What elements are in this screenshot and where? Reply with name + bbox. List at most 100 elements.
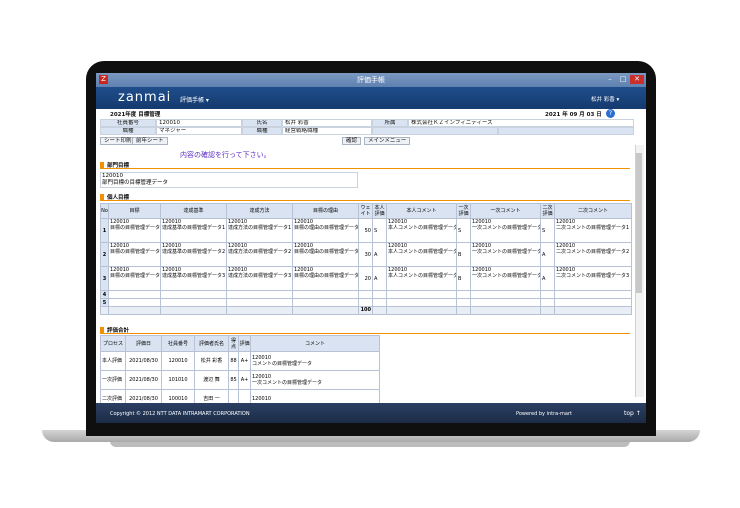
blank-cell bbox=[372, 127, 498, 135]
column-header: 二次評価 bbox=[540, 203, 555, 219]
column-header: プロセス bbox=[100, 335, 126, 352]
empty-cell[interactable] bbox=[386, 290, 457, 299]
employee-no-label: 社員番号 bbox=[100, 119, 156, 127]
score-cell: 85 bbox=[228, 370, 239, 390]
column-header: 二次コメント bbox=[554, 203, 632, 219]
empty-cell[interactable] bbox=[372, 290, 387, 299]
column-header: No bbox=[100, 203, 109, 219]
previous-year-sheet-button[interactable]: 前年シート bbox=[132, 137, 168, 145]
empty-cell[interactable] bbox=[358, 290, 373, 299]
column-header: 評価日 bbox=[125, 335, 162, 352]
empty-cell[interactable] bbox=[160, 290, 227, 299]
empty-cell[interactable] bbox=[108, 290, 161, 299]
score-cell: 88 bbox=[228, 351, 239, 371]
criteria-line: 達成基準の目標管理データ1 bbox=[162, 225, 226, 231]
first-comment-line: 一次コメントの目標管理データ1 bbox=[472, 225, 541, 231]
empty-cell[interactable] bbox=[292, 298, 359, 307]
first-comment-cell: 120010 一次コメントの目標管理データ2 bbox=[470, 242, 541, 267]
maximize-button[interactable]: □ bbox=[617, 75, 629, 84]
first-comment-cell: 120010 一次コメントの目標管理データ3 bbox=[470, 266, 541, 291]
app-header: zanmai 評価手帳 ▾ 松井 彩香 ▾ bbox=[96, 87, 646, 109]
emp-cell: 120010 bbox=[161, 351, 195, 371]
name-cell: 松井 彩香 bbox=[194, 351, 229, 371]
dept-goal-box: 120010 部門目標の目標管理データ bbox=[100, 172, 358, 188]
empty-cell[interactable] bbox=[358, 298, 373, 307]
main-menu-button[interactable]: メインメニュー bbox=[364, 137, 411, 145]
table-row: 4 bbox=[100, 290, 632, 299]
minimize-button[interactable]: – bbox=[604, 75, 616, 84]
grade-cell: A+ bbox=[238, 351, 251, 371]
goal-line: 目標の目標管理データ2 bbox=[110, 249, 161, 255]
section-divider bbox=[100, 200, 630, 201]
employee-info: 2021年度 目標管理 2021 年 09 月 03 日 ? 社員番号 1200… bbox=[96, 109, 640, 145]
print-sheet-button[interactable]: シート印刷 bbox=[100, 137, 136, 145]
back-to-top-link[interactable]: top ↑ bbox=[624, 410, 641, 417]
method-line: 達成方法の目標管理データ2 bbox=[228, 249, 292, 255]
notice-message: 内容の確認を行って下さい。 bbox=[180, 151, 271, 159]
total-cell bbox=[554, 306, 632, 315]
dept-goal-code: 120010 bbox=[102, 173, 123, 179]
comment-cell: 120010 一次コメントの目標管理データ bbox=[250, 370, 380, 390]
empty-cell[interactable] bbox=[554, 298, 632, 307]
total-cell bbox=[540, 306, 555, 315]
total-cell bbox=[470, 306, 541, 315]
process-cell: 本人評価 bbox=[100, 351, 126, 371]
empty-cell[interactable] bbox=[386, 298, 457, 307]
close-button[interactable]: ✕ bbox=[630, 75, 644, 84]
row-number: 3 bbox=[100, 266, 109, 291]
window-titlebar: Z 評価手帳 – □ ✕ bbox=[96, 73, 646, 87]
goal-line: 目標の目標管理データ3 bbox=[110, 273, 161, 279]
scrollbar-thumb[interactable] bbox=[636, 153, 642, 293]
total-weight: 100 bbox=[358, 306, 373, 315]
powered-by-text: Powered by intra-mart bbox=[516, 411, 572, 417]
table-row: 3 120010 目標の目標管理データ3 120010 達成基準の目標管理データ3 120… bbox=[100, 266, 632, 291]
row-number: 5 bbox=[100, 298, 109, 307]
empty-cell[interactable] bbox=[226, 298, 293, 307]
weight-cell: 50 bbox=[358, 218, 373, 243]
confirm-button[interactable]: 確認 bbox=[342, 137, 362, 145]
method-cell: 120010 達成方法の目標管理データ2 bbox=[226, 242, 293, 267]
row-number: 2 bbox=[100, 242, 109, 267]
empty-cell[interactable] bbox=[470, 290, 541, 299]
goal-line: 目標の目標管理データ1 bbox=[110, 225, 161, 231]
self-eval-cell: A bbox=[372, 242, 387, 267]
blank-cell bbox=[498, 127, 634, 135]
empty-cell[interactable] bbox=[470, 298, 541, 307]
self-comment-cell: 120010 本人コメントの目標管理データ2 bbox=[386, 242, 457, 267]
column-header: 目標の理由 bbox=[292, 203, 359, 219]
reason-line: 目標の理由の目標管理データ3 bbox=[294, 273, 359, 279]
empty-cell[interactable] bbox=[540, 298, 555, 307]
comment-cell: 120010 コメントの目標管理データ bbox=[250, 351, 380, 371]
help-icon[interactable]: ? bbox=[606, 109, 615, 118]
app-logo: zanmai bbox=[118, 90, 172, 105]
column-header: 達成方法 bbox=[226, 203, 293, 219]
total-cell bbox=[226, 306, 293, 315]
reason-line: 目標の理由の目標管理データ1 bbox=[294, 225, 359, 231]
criteria-cell: 120010 達成基準の目標管理データ2 bbox=[160, 242, 227, 267]
total-cell bbox=[372, 306, 387, 315]
method-line: 達成方法の目標管理データ1 bbox=[228, 225, 292, 231]
evaluation-menu[interactable]: 評価手帳 ▾ bbox=[180, 95, 209, 104]
total-cell bbox=[108, 306, 161, 315]
table-row: 5 bbox=[100, 298, 632, 307]
empty-cell[interactable] bbox=[226, 290, 293, 299]
empty-cell[interactable] bbox=[108, 298, 161, 307]
empty-cell[interactable] bbox=[292, 290, 359, 299]
total-cell bbox=[292, 306, 359, 315]
reason-cell: 120010 目標の理由の目標管理データ2 bbox=[292, 242, 359, 267]
empty-cell[interactable] bbox=[540, 290, 555, 299]
table-row: 一次評価 2021/08/30 101010 渡辺 舞 85 A+ 120010 一次コメント… bbox=[100, 370, 380, 390]
self-comment-line: 本人コメントの目標管理データ1 bbox=[388, 225, 457, 231]
total-cell bbox=[160, 306, 227, 315]
empty-cell[interactable] bbox=[554, 290, 632, 299]
self-eval-cell: S bbox=[372, 218, 387, 243]
empty-cell[interactable] bbox=[456, 298, 471, 307]
user-menu[interactable]: 松井 彩香 ▾ bbox=[591, 95, 619, 103]
table-row: 本人評価 2021/08/30 120010 松井 彩香 88 A+ 120010 コメントの… bbox=[100, 351, 380, 371]
empty-cell[interactable] bbox=[456, 290, 471, 299]
weight-cell: 20 bbox=[358, 266, 373, 291]
total-cell bbox=[100, 306, 109, 315]
empty-cell[interactable] bbox=[160, 298, 227, 307]
empty-cell[interactable] bbox=[372, 298, 387, 307]
first-eval-cell: B bbox=[456, 242, 471, 267]
